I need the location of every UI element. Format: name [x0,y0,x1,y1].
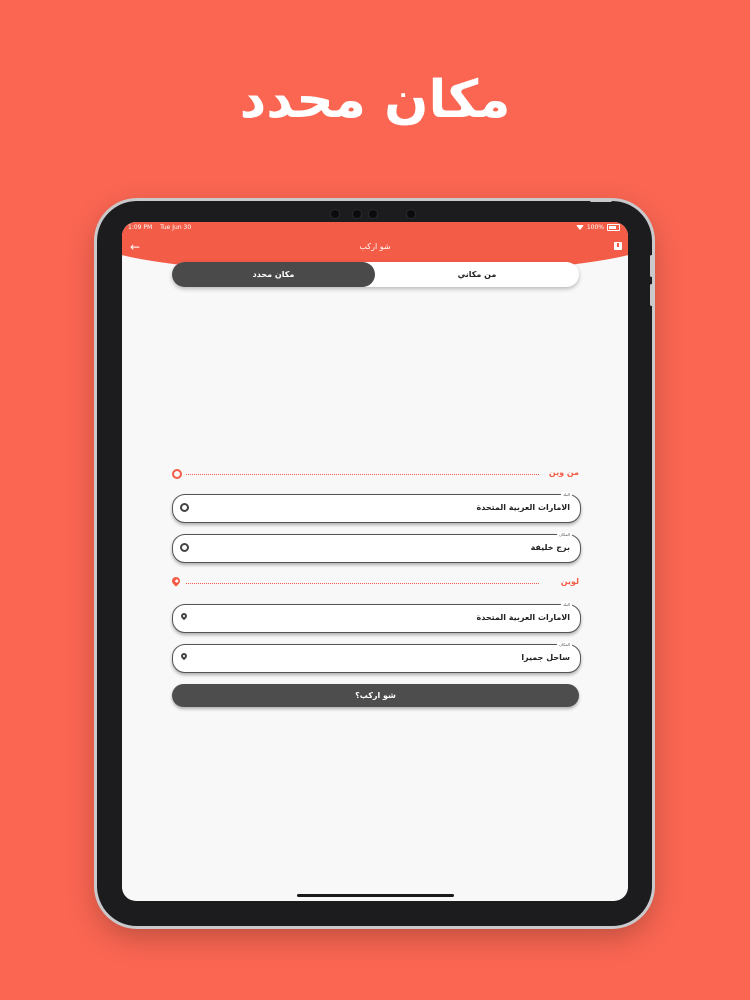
from-country-value: الامارات العربية المتحدة [476,503,570,512]
volume-up-button [650,255,653,277]
to-country-field[interactable]: البلد الامارات العربية المتحدة [172,602,581,633]
status-time: 1:09 PM Tue Jun 30 [128,224,191,231]
to-country-label: البلد [561,602,572,607]
to-section-label: لوين [560,577,579,586]
from-place-value: برج خليفة [530,543,570,552]
home-indicator [297,894,454,897]
from-place-label: المكان [556,532,572,537]
battery-percent: 100% [586,224,604,231]
submit-button[interactable]: شو اركب؟ [172,684,579,707]
status-indicators: 100% [575,224,620,231]
segmented-control: مكان محدد من مكاني [172,262,579,287]
dotted-divider [186,474,539,475]
power-button [590,199,612,202]
camera-sensor-icon [406,209,416,219]
camera-sensor-icon [352,209,362,219]
to-place-field[interactable]: المكان ساحل جميرا [172,642,581,673]
location-pin-icon [179,611,189,621]
status-date-text: Tue Jun 30 [160,224,192,231]
circle-icon [180,543,189,552]
from-country-field[interactable]: البلد الامارات العربية المتحدة [172,492,581,523]
destination-pin-icon [170,575,182,587]
report-icon[interactable] [614,242,622,250]
to-place-value: ساحل جميرا [521,653,570,662]
battery-icon [607,224,620,231]
to-country-value: الامارات العربية المتحدة [476,613,570,622]
status-time-text: 1:09 PM [128,224,153,231]
origin-circle-icon [172,469,182,479]
nav-title: شو اركب [359,242,391,251]
camera-lens-icon [368,209,378,219]
location-pin-icon [179,651,189,661]
volume-down-button [650,284,653,306]
app-screen: 1:09 PM Tue Jun 30 100% ← شو اركب مكان م… [122,222,628,901]
hero-title: مكان محدد [239,70,511,130]
tab-my-location[interactable]: من مكاني [375,262,579,287]
camera-icon [330,209,340,219]
circle-icon [180,503,189,512]
from-place-field[interactable]: المكان برج خليفة [172,532,581,563]
wifi-icon [575,225,584,230]
from-section-label: من وين [548,468,579,477]
status-bar: 1:09 PM Tue Jun 30 100% [122,222,628,234]
tab-specific-place[interactable]: مكان محدد [172,262,375,287]
dotted-divider [186,583,539,584]
to-section-header: لوين [170,575,579,591]
from-country-label: البلد [561,492,572,497]
from-section-header: من وين [172,468,579,482]
to-place-label: المكان [556,642,572,647]
